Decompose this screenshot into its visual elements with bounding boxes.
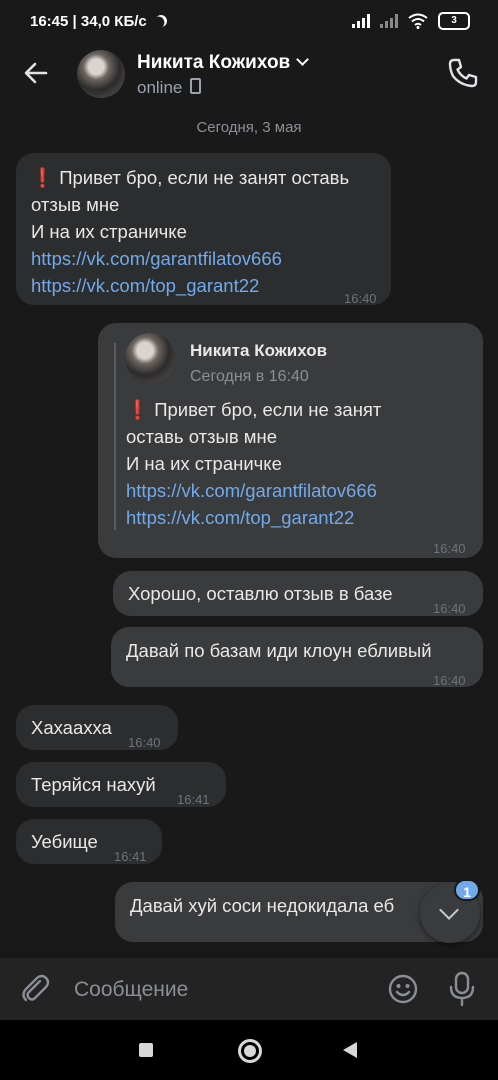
arrow-left-icon[interactable] [22, 59, 50, 87]
recents-icon[interactable] [139, 1043, 153, 1057]
exclamation-icon: ❗ [31, 167, 55, 188]
smile-icon[interactable] [387, 973, 419, 1005]
mobile-device-icon [190, 78, 202, 94]
back-icon[interactable] [343, 1042, 357, 1058]
message-bubble-incoming[interactable]: Уебище 16:41 [16, 819, 162, 864]
message-input[interactable] [72, 972, 366, 1008]
message-time: 16:40 [433, 673, 466, 688]
status-bar: 16:45 | 34,0 КБ/с 3 [0, 0, 498, 44]
home-icon[interactable] [238, 1039, 262, 1063]
forward-author[interactable]: Никита Кожихов [190, 337, 327, 364]
status-time: 16:45 [30, 13, 69, 30]
message-composer [0, 958, 498, 1020]
message-link[interactable]: https://vk.com/garantfilatov666 [126, 477, 381, 504]
message-bubble-outgoing[interactable]: Давай по базам иди клоун ебливый 16:40 [111, 627, 483, 688]
message-bubble-outgoing[interactable]: Хорошо, оставлю отзыв в базе 16:40 [113, 571, 483, 616]
forward-avatar[interactable] [125, 333, 175, 383]
exclamation-icon: ❗ [126, 399, 150, 420]
message-time: 16:40 [433, 541, 466, 556]
message-time: 16:40 [344, 291, 377, 306]
forward-time: Сегодня в 16:40 [190, 368, 309, 385]
unread-badge: 1 [454, 879, 480, 901]
contact-name[interactable]: Никита Кожихов [137, 52, 310, 74]
do-not-disturb-icon [153, 13, 169, 29]
message-time: 16:40 [128, 735, 161, 750]
message-link[interactable]: https://vk.com/garantfilatov666 [31, 245, 349, 272]
mic-icon[interactable] [446, 971, 478, 1007]
system-navigation-bar [0, 1020, 498, 1080]
message-bubble-incoming[interactable]: ❗ Привет бро, если не занят оставь отзыв… [16, 153, 391, 306]
chevron-down-icon [296, 53, 310, 66]
wifi-icon [408, 13, 428, 29]
phone-icon[interactable] [446, 56, 480, 90]
message-time: 16:40 [433, 601, 466, 616]
message-bubble-incoming[interactable]: Хахаахха 16:40 [16, 705, 178, 750]
signal-icon-sim2 [380, 14, 398, 28]
message-bubble-outgoing-forwarded[interactable]: Никита Кожихов Сегодня в 16:40 ❗ Привет … [98, 323, 483, 558]
battery-icon: 3 [438, 12, 470, 30]
message-time: 16:41 [114, 849, 147, 864]
chevron-down-icon [439, 900, 459, 920]
contact-status: online [137, 78, 202, 98]
forward-bar [114, 343, 116, 530]
date-separator: Сегодня, 3 мая [196, 119, 302, 136]
message-link[interactable]: https://vk.com/top_garant22 [31, 272, 349, 299]
message-link[interactable]: https://vk.com/top_garant22 [126, 504, 381, 531]
chat-header: Никита Кожихов online [0, 44, 498, 110]
avatar[interactable] [77, 50, 125, 98]
message-time: 16:41 [177, 792, 210, 807]
signal-icon [352, 14, 370, 28]
paperclip-icon[interactable] [18, 972, 52, 1006]
scroll-to-bottom-button[interactable]: 1 [420, 879, 480, 943]
message-bubble-incoming[interactable]: Теряйся нахуй 16:41 [16, 762, 226, 807]
network-speed: 34,0 КБ/с [80, 13, 147, 30]
